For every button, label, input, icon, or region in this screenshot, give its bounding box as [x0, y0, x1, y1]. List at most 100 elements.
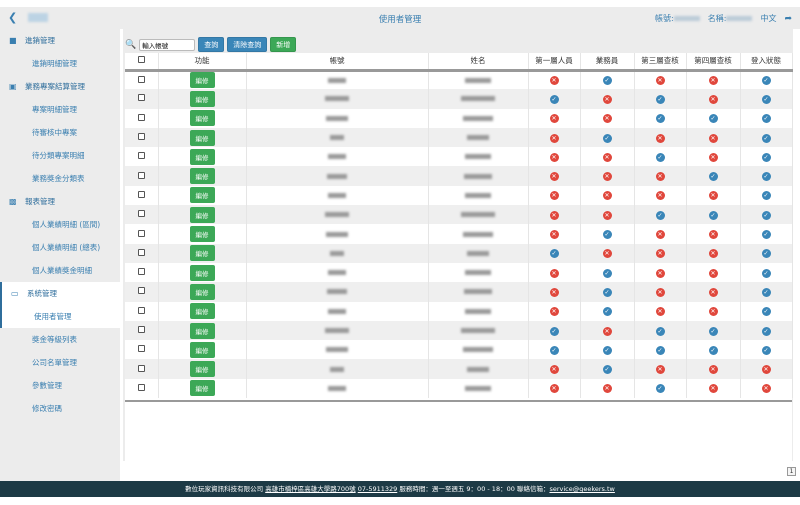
x-circle-icon: ✕ [708, 249, 718, 259]
edit-button[interactable]: 編修 [189, 341, 215, 358]
phone-link[interactable]: 07-5911329 [358, 485, 398, 493]
page-button[interactable]: 1 [787, 467, 796, 476]
name-cell [465, 385, 491, 391]
edit-button[interactable]: 編修 [189, 72, 215, 89]
sidebar-section[interactable]: ▭ 系統管理 [0, 282, 120, 305]
table-row: 編修 ✕ ✕ ✓ ✓ ✓ [125, 205, 793, 225]
check-circle-icon: ✓ [761, 114, 771, 124]
check-circle-icon: ✓ [602, 307, 612, 317]
x-circle-icon: ✕ [549, 152, 559, 162]
sidebar-item[interactable]: 業務獎金分類表 [0, 167, 120, 190]
sidebar-item[interactable]: 修改密碼 [0, 397, 120, 420]
table-row: 編修 ✕ ✕ ✕ ✕ ✓ [125, 185, 793, 206]
table-row: 編修 ✕ ✓ ✕ ✕ ✕ [125, 359, 793, 379]
sidebar-item[interactable]: 獎金等級列表 [0, 328, 120, 351]
x-circle-icon: ✕ [708, 268, 718, 278]
x-circle-icon: ✕ [549, 287, 559, 297]
edit-button[interactable]: 編修 [189, 129, 215, 146]
x-circle-icon: ✕ [708, 133, 718, 143]
sidebar-item[interactable]: 待分類專案明細 [0, 144, 120, 167]
sidebar-item[interactable]: 進銷明細管理 [0, 52, 120, 75]
sidebar-item[interactable]: 參數管理 [0, 374, 120, 397]
table-row: 編修 ✕ ✕ ✓ ✕ ✓ [125, 147, 793, 167]
select-all-checkbox[interactable] [137, 56, 145, 64]
row-checkbox[interactable] [137, 133, 145, 141]
edit-button[interactable]: 編修 [189, 187, 215, 204]
edit-button[interactable]: 編修 [189, 90, 215, 107]
edit-button[interactable]: 編修 [189, 322, 215, 339]
row-checkbox[interactable] [137, 210, 145, 218]
edit-button[interactable]: 編修 [189, 245, 215, 262]
edit-button[interactable]: 編修 [189, 168, 215, 185]
add-button[interactable]: 新增 [270, 37, 297, 52]
x-circle-icon: ✕ [655, 133, 665, 143]
x-circle-icon: ✕ [602, 94, 612, 104]
row-checkbox[interactable] [137, 383, 145, 391]
edit-button[interactable]: 編修 [189, 303, 215, 320]
check-circle-icon: ✓ [761, 210, 771, 220]
sidebar-item[interactable]: 個人業績明細 (總表) [0, 236, 120, 259]
column-header: 第三層查核 [634, 53, 687, 72]
check-circle-icon: ✓ [761, 152, 771, 162]
column-header: 功能 [158, 53, 247, 72]
row-checkbox[interactable] [137, 248, 145, 256]
edit-button[interactable]: 編修 [189, 361, 215, 378]
check-circle-icon: ✓ [602, 76, 612, 86]
column-header: 帳號 [246, 53, 429, 72]
sidebar-section[interactable]: ▩ 報表管理 [0, 190, 120, 213]
account-cell [325, 212, 349, 218]
x-circle-icon: ✕ [549, 384, 559, 394]
language-link[interactable]: 中文 [760, 13, 776, 24]
logout-icon[interactable]: ➦ [784, 14, 792, 24]
table-row: 編修 ✓ ✕ ✓ ✓ ✓ [125, 320, 793, 341]
name-cell [465, 270, 491, 276]
x-circle-icon: ✕ [761, 365, 771, 375]
row-checkbox[interactable] [137, 190, 145, 198]
address-link[interactable]: 高雄市楠梓區高雄大學路700號 [265, 485, 355, 493]
row-checkbox[interactable] [137, 229, 145, 237]
row-checkbox[interactable] [137, 345, 145, 353]
sidebar-section[interactable]: ■ 進銷管理 [0, 29, 120, 52]
row-checkbox[interactable] [137, 287, 145, 295]
sidebar-item[interactable]: 個人業績獎金明細 [0, 259, 120, 282]
name-cell [464, 173, 492, 179]
row-checkbox[interactable] [137, 152, 145, 160]
row-checkbox[interactable] [137, 306, 145, 314]
row-checkbox[interactable] [137, 268, 145, 276]
edit-button[interactable]: 編修 [189, 206, 215, 223]
row-checkbox[interactable] [137, 326, 145, 333]
name-cell [467, 250, 489, 256]
x-circle-icon: ✕ [602, 326, 612, 336]
check-circle-icon: ✓ [761, 94, 771, 104]
check-circle-icon: ✓ [761, 230, 771, 240]
row-checkbox[interactable] [137, 171, 145, 179]
account-cell [326, 231, 348, 237]
edit-button[interactable]: 編修 [189, 264, 215, 281]
x-circle-icon: ✕ [549, 365, 559, 375]
check-circle-icon: ✓ [655, 114, 665, 124]
account-cell [330, 366, 344, 372]
name-cell [461, 96, 495, 102]
edit-button[interactable]: 編修 [189, 226, 215, 243]
edit-button[interactable]: 編修 [189, 110, 215, 127]
name-cell [461, 212, 495, 218]
sidebar-item[interactable]: 個人業績明細 (區間) [0, 213, 120, 236]
sidebar-item[interactable]: 專案明細管理 [0, 98, 120, 121]
sidebar-section[interactable]: ▣ 業務專案結算管理 [0, 75, 120, 98]
sidebar-item[interactable]: 使用者管理 [0, 305, 120, 328]
row-checkbox[interactable] [137, 113, 145, 121]
edit-button[interactable]: 編修 [189, 148, 215, 165]
edit-button[interactable]: 編修 [189, 380, 215, 397]
clear-query-button[interactable]: 清除查詢 [227, 37, 268, 52]
account-cell [326, 115, 348, 121]
email-link[interactable]: service@geekers.tw [549, 485, 614, 493]
sidebar-item[interactable]: 待審核中專案 [0, 121, 120, 144]
query-button[interactable]: 查詢 [198, 37, 225, 52]
sidebar-item[interactable]: 公司名單管理 [0, 351, 120, 374]
row-checkbox[interactable] [137, 75, 145, 83]
edit-button[interactable]: 編修 [189, 283, 215, 300]
row-checkbox[interactable] [137, 94, 145, 102]
search-input[interactable] [139, 38, 196, 51]
row-checkbox[interactable] [137, 364, 145, 372]
check-circle-icon: ✓ [761, 268, 771, 278]
